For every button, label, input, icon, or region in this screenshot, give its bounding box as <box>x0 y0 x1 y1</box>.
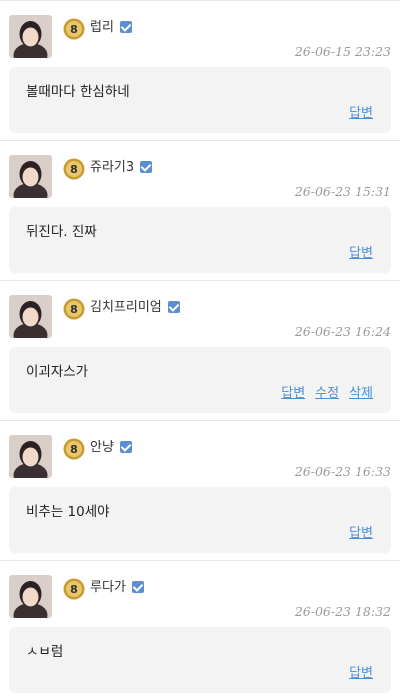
comment-actions: 답변 <box>339 662 373 681</box>
comment-text: 볼때마다 한심하네 <box>26 84 130 100</box>
level-medal-icon: 8 <box>63 298 85 320</box>
comment-item: 8 루다가 26-06-23 18:32 ㅅㅂ럼 답변 <box>0 560 400 700</box>
svg-text:8: 8 <box>70 443 78 456</box>
timestamp: 26-06-23 18:32 <box>294 604 391 619</box>
svg-text:8: 8 <box>70 23 78 36</box>
verified-check-icon <box>167 301 180 313</box>
level-medal-icon: 8 <box>63 158 85 180</box>
verified-check-icon <box>119 21 132 33</box>
delete-link[interactable]: 삭제 <box>349 386 373 401</box>
timestamp: 26-06-23 16:24 <box>294 324 391 339</box>
avatar[interactable] <box>9 435 52 478</box>
username-text[interactable]: 김치프리미엄 <box>90 300 162 315</box>
comment-text: 뒤진다. 진짜 <box>26 224 97 240</box>
level-medal-icon: 8 <box>63 578 85 600</box>
username[interactable]: 럽리 <box>90 19 132 37</box>
comment-bubble: 이괴자스가 답변 수정 삭제 <box>9 347 391 413</box>
comment-bubble: 볼때마다 한심하네 답변 <box>9 67 391 133</box>
username[interactable]: 루다가 <box>90 579 144 597</box>
comment-bubble: ㅅㅂ럼 답변 <box>9 627 391 693</box>
username-text[interactable]: 럽리 <box>90 20 114 35</box>
verified-check-icon <box>131 581 144 593</box>
username[interactable]: 쥬라기3 <box>90 159 153 177</box>
username-text[interactable]: 루다가 <box>90 580 126 595</box>
comment-item: 8 쥬라기3 26-06-23 15:31 뒤진다. 진짜 답변 <box>0 140 400 280</box>
verified-check-icon <box>119 441 132 453</box>
comment-item: 8 안냥 26-06-23 16:33 비추는 10세야 답변 <box>0 420 400 560</box>
level-medal-icon: 8 <box>63 18 85 40</box>
comment-actions: 답변 <box>339 242 373 261</box>
comment-bubble: 뒤진다. 진짜 답변 <box>9 207 391 273</box>
comment-item: 8 김치프리미엄 26-06-23 16:24 이괴자스가 답변 수정 삭제 <box>0 280 400 420</box>
comment-text: ㅅㅂ럼 <box>26 644 64 660</box>
username-text[interactable]: 안냥 <box>90 440 114 455</box>
edit-link[interactable]: 수정 <box>315 386 339 401</box>
timestamp: 26-06-23 16:33 <box>294 464 391 479</box>
svg-text:8: 8 <box>70 303 78 316</box>
comment-actions: 답변 수정 삭제 <box>271 382 373 401</box>
reply-link[interactable]: 답변 <box>349 106 373 121</box>
comment-item: 8 럽리 26-06-15 23:23 볼때마다 한심하네 답변 <box>0 0 400 140</box>
comment-bubble: 비추는 10세야 답변 <box>9 487 391 553</box>
avatar[interactable] <box>9 155 52 198</box>
comment-text: 비추는 10세야 <box>26 504 110 520</box>
verified-check-icon <box>140 161 153 173</box>
svg-text:8: 8 <box>70 163 78 176</box>
timestamp: 26-06-23 15:31 <box>294 184 391 199</box>
avatar[interactable] <box>9 295 52 338</box>
svg-text:8: 8 <box>70 583 78 596</box>
comment-list: 8 럽리 26-06-15 23:23 볼때마다 한심하네 답변 8 쥬라기3 … <box>0 0 400 700</box>
timestamp: 26-06-15 23:23 <box>294 44 391 59</box>
reply-link[interactable]: 답변 <box>349 526 373 541</box>
username[interactable]: 안냥 <box>90 439 132 457</box>
reply-link[interactable]: 답변 <box>281 386 305 401</box>
reply-link[interactable]: 답변 <box>349 246 373 261</box>
comment-actions: 답변 <box>339 522 373 541</box>
reply-link[interactable]: 답변 <box>349 666 373 681</box>
level-medal-icon: 8 <box>63 438 85 460</box>
comment-text: 이괴자스가 <box>26 364 89 380</box>
avatar[interactable] <box>9 575 52 618</box>
username-text[interactable]: 쥬라기3 <box>90 160 134 175</box>
username[interactable]: 김치프리미엄 <box>90 299 180 317</box>
avatar[interactable] <box>9 15 52 58</box>
comment-actions: 답변 <box>339 102 373 121</box>
